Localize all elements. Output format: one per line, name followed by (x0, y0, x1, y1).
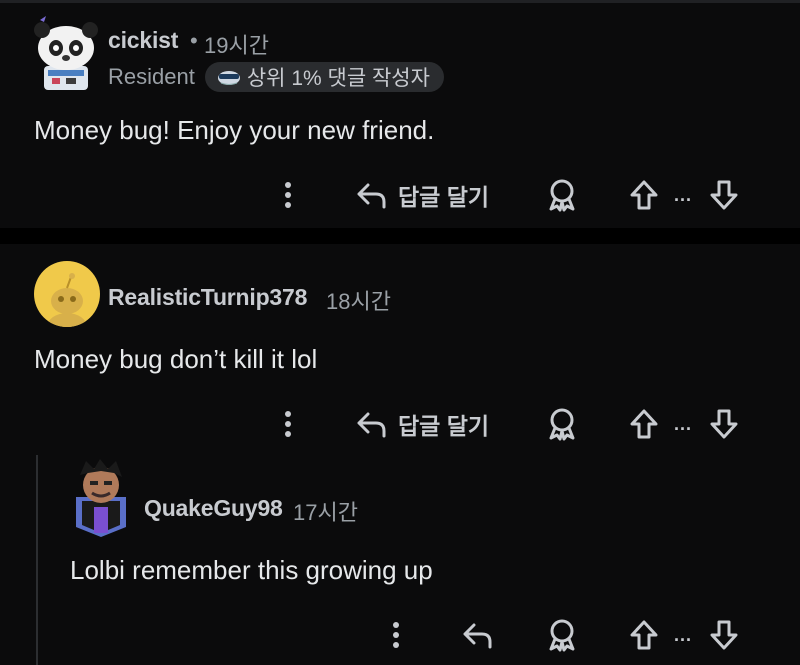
more-options-button[interactable] (384, 615, 408, 655)
user-avatar-realisticturnip[interactable] (34, 261, 100, 327)
sunglasses-snoo-icon (217, 71, 240, 85)
comment-quakeguy: QuakeGuy98 17시간 Lolbi remember this grow… (0, 455, 800, 665)
reply-button[interactable] (462, 615, 494, 655)
comment-actions: 답글 달기 ... (0, 404, 800, 444)
timestamp: 19시간 (204, 33, 269, 58)
reply-button[interactable]: 답글 달기 (356, 404, 489, 444)
reply-arrow-icon (357, 183, 386, 209)
comment-divider (0, 228, 800, 244)
downvote-arrow-icon (710, 409, 738, 439)
comment-cickist: cickist • 19시간 Resident 상위 1% 댓글 작성자 Mon… (0, 0, 800, 228)
comment-body: Money bug don’t kill it lol (34, 344, 318, 374)
downvote-arrow-icon (710, 620, 738, 650)
user-avatar-quakeguy[interactable] (70, 457, 132, 537)
reply-arrow-icon (463, 623, 492, 649)
comment-body: Money bug! Enjoy your new friend. (34, 115, 435, 145)
vote-count: ... (674, 615, 692, 655)
more-vertical-icon (393, 622, 399, 648)
more-vertical-icon (285, 411, 291, 437)
vote-count: ... (674, 175, 692, 215)
downvote-button[interactable] (708, 175, 740, 215)
award-icon (549, 179, 575, 212)
username[interactable]: RealisticTurnip378 (108, 284, 307, 311)
panda-avatar-icon (34, 16, 98, 90)
reply-label: 답글 달기 (398, 413, 490, 439)
more-options-button[interactable] (276, 404, 300, 444)
downvote-button[interactable] (708, 615, 740, 655)
comment-actions: ... (0, 615, 800, 655)
user-avatar-cickist[interactable] (30, 14, 100, 94)
award-icon (549, 619, 575, 652)
snoo-avatar-icon (47, 273, 87, 327)
more-options-button[interactable] (276, 175, 300, 215)
flair-row: Resident 상위 1% 댓글 작성자 (108, 62, 444, 92)
upvote-button[interactable] (628, 175, 660, 215)
vote-score: ... (674, 184, 693, 205)
character-avatar-icon (76, 459, 126, 537)
vote-count: ... (674, 404, 692, 444)
more-vertical-icon (285, 182, 291, 208)
reply-button[interactable]: 답글 달기 (356, 175, 489, 215)
award-button[interactable] (546, 175, 578, 215)
separator-dot: • (190, 28, 198, 53)
upvote-button[interactable] (628, 615, 660, 655)
upvote-arrow-icon (630, 409, 658, 439)
username[interactable]: cickist (108, 27, 178, 54)
upvote-arrow-icon (630, 180, 658, 210)
award-icon (549, 408, 575, 441)
downvote-arrow-icon (710, 180, 738, 210)
user-flair: Resident (108, 64, 195, 89)
award-button[interactable] (546, 615, 578, 655)
upvote-button[interactable] (628, 404, 660, 444)
top-commenter-badge[interactable]: 상위 1% 댓글 작성자 (204, 62, 444, 92)
upvote-arrow-icon (630, 620, 658, 650)
vote-score: ... (674, 624, 693, 645)
comment-realisticturnip: RealisticTurnip378 18시간 Money bug don’t … (0, 244, 800, 454)
timestamp: 17시간 (293, 500, 358, 525)
comment-body: Lolbi remember this growing up (70, 555, 433, 585)
badge-label: 상위 1% 댓글 작성자 (246, 67, 430, 90)
username[interactable]: QuakeGuy98 (144, 495, 283, 522)
vote-score: ... (674, 413, 693, 434)
reply-arrow-icon (357, 412, 386, 438)
comment-thread: cickist • 19시간 Resident 상위 1% 댓글 작성자 Mon… (0, 0, 800, 665)
award-button[interactable] (546, 404, 578, 444)
reply-label: 답글 달기 (398, 184, 490, 210)
downvote-button[interactable] (708, 404, 740, 444)
comment-actions: 답글 달기 ... (0, 175, 800, 215)
timestamp: 18시간 (326, 289, 391, 314)
